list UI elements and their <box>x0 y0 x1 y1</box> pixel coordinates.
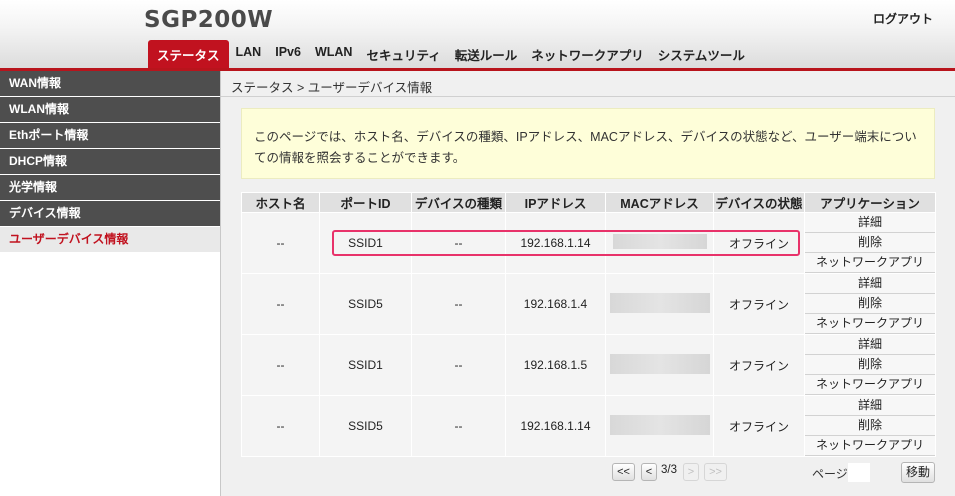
mac-address-redacted <box>609 414 710 435</box>
breadcrumb: ステータス > ユーザーデバイス情報 <box>231 81 433 95</box>
tab-security[interactable]: セキュリティ <box>359 40 447 68</box>
tab-wlan[interactable]: WLAN <box>308 40 360 68</box>
sidebar-item-user-device-info[interactable]: ユーザーデバイス情報 <box>0 227 220 253</box>
header: SGP200W ログアウト ステータス LAN IPv6 WLAN セキュリティ… <box>0 0 955 68</box>
logout-link[interactable]: ログアウト <box>873 10 933 27</box>
cell-port-id: SSID5 <box>319 273 412 335</box>
cell-application: 詳細 削除 ネットワークアプリ <box>804 273 936 335</box>
tab-network-apps[interactable]: ネットワークアプリ <box>524 40 651 68</box>
next-page-button[interactable]: > <box>683 463 699 481</box>
cell-device-status: オフライン <box>713 273 805 335</box>
table-row: -- SSID5 -- 192.168.1.4 オフライン 詳細 削除 ネットワ… <box>241 273 936 335</box>
table-row: -- SSID1 -- 192.168.1.5 オフライン 詳細 削除 ネットワ… <box>241 334 936 396</box>
tab-forwarding-rules[interactable]: 転送ルール <box>448 40 525 68</box>
cell-port-id: SSID1 <box>319 212 412 274</box>
cell-device-type: -- <box>411 212 506 274</box>
detail-button[interactable]: 詳細 <box>805 396 935 416</box>
breadcrumb-divider <box>221 96 955 97</box>
cell-application: 詳細 削除 ネットワークアプリ <box>804 334 936 396</box>
cell-ip-address: 192.168.1.4 <box>505 273 606 335</box>
sidebar-item-eth-port-info[interactable]: Ethポート情報 <box>0 123 220 149</box>
delete-button[interactable]: 削除 <box>805 416 935 436</box>
sidebar: WAN情報 WLAN情報 Ethポート情報 DHCP情報 光学情報 デバイス情報… <box>0 71 220 496</box>
sidebar-item-device-info[interactable]: デバイス情報 <box>0 201 220 227</box>
network-app-button[interactable]: ネットワークアプリ <box>805 436 935 456</box>
cell-device-status: オフライン <box>713 334 805 396</box>
delete-button[interactable]: 削除 <box>805 294 935 314</box>
cell-hostname: -- <box>241 395 320 457</box>
page-label: ページ <box>812 467 848 481</box>
table-row: -- SSID5 -- 192.168.1.14 オフライン 詳細 削除 ネット… <box>241 395 936 457</box>
cell-ip-address: 192.168.1.14 <box>505 395 606 457</box>
column-header-hostname: ホスト名 <box>241 192 320 213</box>
column-header-application: アプリケーション <box>804 192 936 213</box>
column-header-device-type: デバイスの種類 <box>411 192 506 213</box>
prev-page-button[interactable]: < <box>641 463 657 481</box>
first-page-button[interactable]: << <box>612 463 635 481</box>
cell-ip-address: 192.168.1.14 <box>505 212 606 274</box>
page-number-input[interactable] <box>848 463 870 482</box>
mac-address-redacted <box>609 292 710 313</box>
cell-hostname: -- <box>241 273 320 335</box>
detail-button[interactable]: 詳細 <box>805 274 935 294</box>
network-app-button[interactable]: ネットワークアプリ <box>805 375 935 395</box>
cell-application: 詳細 削除 ネットワークアプリ <box>804 212 936 274</box>
tab-lan[interactable]: LAN <box>229 40 269 68</box>
delete-button[interactable]: 削除 <box>805 355 935 375</box>
cell-application: 詳細 削除 ネットワークアプリ <box>804 395 936 457</box>
cell-device-type: -- <box>411 395 506 457</box>
sidebar-item-wan-info[interactable]: WAN情報 <box>0 71 220 97</box>
brand-logo: SGP200W <box>144 7 274 33</box>
move-button[interactable]: 移動 <box>901 462 935 483</box>
tab-ipv6[interactable]: IPv6 <box>268 40 308 68</box>
mac-address-redacted <box>609 353 710 374</box>
page-status: 3/3 <box>661 464 677 476</box>
info-box: このページでは、ホスト名、デバイスの種類、IPアドレス、MACアドレス、デバイス… <box>241 108 935 179</box>
cell-device-status: オフライン <box>713 395 805 457</box>
cell-mac-address <box>605 273 714 335</box>
cell-hostname: -- <box>241 334 320 396</box>
sidebar-item-dhcp-info[interactable]: DHCP情報 <box>0 149 220 175</box>
column-header-port-id: ポートID <box>319 192 412 213</box>
cell-mac-address <box>605 334 714 396</box>
main-nav: ステータス LAN IPv6 WLAN セキュリティ 転送ルール ネットワークア… <box>148 40 752 68</box>
delete-button[interactable]: 削除 <box>805 233 935 253</box>
cell-device-type: -- <box>411 273 506 335</box>
cell-port-id: SSID5 <box>319 395 412 457</box>
tab-system-tools[interactable]: システムツール <box>651 40 752 68</box>
main-content: ステータス > ユーザーデバイス情報 このページでは、ホスト名、デバイスの種類、… <box>220 71 955 496</box>
column-header-mac-address: MACアドレス <box>605 192 714 213</box>
cell-mac-address <box>605 395 714 457</box>
table-header-row: ホスト名 ポートID デバイスの種類 IPアドレス MACアドレス デバイスの状… <box>241 192 936 213</box>
user-device-table: ホスト名 ポートID デバイスの種類 IPアドレス MACアドレス デバイスの状… <box>241 192 936 457</box>
cell-ip-address: 192.168.1.5 <box>505 334 606 396</box>
sidebar-item-optical-info[interactable]: 光学情報 <box>0 175 220 201</box>
tab-status[interactable]: ステータス <box>148 40 229 68</box>
detail-button[interactable]: 詳細 <box>805 213 935 233</box>
table-row: -- SSID1 -- 192.168.1.14 オフライン 詳細 削除 ネット… <box>241 212 936 274</box>
detail-button[interactable]: 詳細 <box>805 335 935 355</box>
mac-address-redacted <box>612 234 707 249</box>
last-page-button[interactable]: >> <box>704 463 727 481</box>
network-app-button[interactable]: ネットワークアプリ <box>805 314 935 334</box>
network-app-button[interactable]: ネットワークアプリ <box>805 253 935 273</box>
cell-mac-address <box>605 212 714 274</box>
cell-port-id: SSID1 <box>319 334 412 396</box>
sidebar-item-wlan-info[interactable]: WLAN情報 <box>0 97 220 123</box>
cell-device-status: オフライン <box>713 212 805 274</box>
column-header-ip-address: IPアドレス <box>505 192 606 213</box>
cell-device-type: -- <box>411 334 506 396</box>
column-header-device-status: デバイスの状態 <box>713 192 805 213</box>
cell-hostname: -- <box>241 212 320 274</box>
